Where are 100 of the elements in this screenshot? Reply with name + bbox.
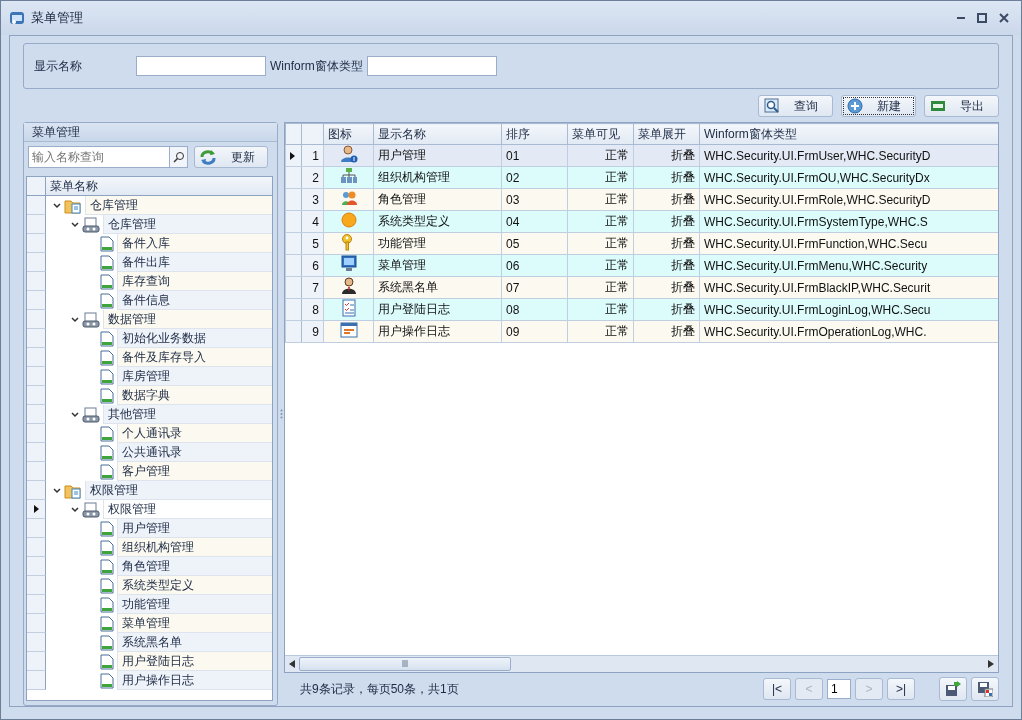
table-row[interactable]: 8 用户登陆日志 08 正常 折叠 WHC.Security.UI.FrmLoginLog,WHC.Secu [285, 298, 998, 321]
tree-item[interactable]: 用户操作日志 [117, 671, 272, 690]
table-row[interactable]: 2 组织机构管理 02 正常 折叠 WHC.Security.UI.FrmOU,WHC.SecurityDx [285, 166, 998, 189]
row-pointer-icon [33, 505, 39, 513]
page-icon [100, 368, 114, 385]
person-icon [339, 277, 358, 295]
refresh-button[interactable]: 更新 [194, 146, 268, 168]
save-grid-icon [977, 681, 993, 698]
header-corner [285, 123, 302, 145]
scrollbar-thumb[interactable] [299, 656, 511, 671]
tree-item[interactable]: 库存查询 [117, 272, 272, 291]
page-icon [100, 615, 114, 632]
row-header[interactable] [285, 144, 302, 167]
table-row[interactable]: 3 角色管理 03 正常 折叠 WHC.Security.UI.FrmRole,WHC.SecurityD [285, 188, 998, 211]
toolbar-button[interactable]: 查询 [758, 95, 833, 117]
minimize-icon [957, 17, 965, 19]
table-row[interactable]: 4 系统类型定义 04 正常 折叠 WHC.Security.UI.FrmSystemType,WHC.S [285, 210, 998, 233]
tree-item[interactable]: 备件出库 [117, 253, 272, 272]
pager-button[interactable]: |< [763, 678, 791, 701]
grip-icon [401, 660, 409, 668]
column-header[interactable]: Winform窗体类型 [699, 123, 998, 145]
tree-item[interactable]: 菜单管理 [117, 614, 272, 633]
chevron-down-icon[interactable] [71, 221, 79, 228]
tree-item[interactable]: 客户管理 [117, 462, 272, 481]
tree-item[interactable]: 权限管理 [85, 481, 272, 500]
export-button[interactable] [939, 677, 967, 702]
tree-item[interactable]: 用户登陆日志 [117, 652, 272, 671]
tree-item[interactable]: 系统黑名单 [117, 633, 272, 652]
page-icon [100, 254, 114, 271]
toolbar-button[interactable]: 新建 [841, 95, 916, 117]
header-corner [301, 123, 324, 145]
table-cell: WHC.Security.UI.FrmOperationLog,WHC. [699, 320, 998, 343]
tree-item[interactable]: 权限管理 [103, 500, 272, 519]
toolbar-button[interactable]: 导出 [924, 95, 999, 117]
tree-item[interactable]: 数据管理 [103, 310, 272, 329]
column-header[interactable]: 显示名称 [373, 123, 502, 145]
form-icon [339, 321, 358, 339]
disc-icon [339, 211, 358, 229]
folder-icon [64, 197, 82, 214]
page-icon [100, 558, 114, 575]
column-header[interactable]: 菜单展开 [633, 123, 700, 145]
plus-circle-icon [847, 98, 863, 114]
tree-item[interactable]: 组织机构管理 [117, 538, 272, 557]
folder-icon [64, 482, 82, 499]
magnifier-icon [764, 98, 780, 114]
tree-item[interactable]: 库房管理 [117, 367, 272, 386]
save-arrow-icon [945, 681, 961, 698]
tree-item[interactable]: 个人通讯录 [117, 424, 272, 443]
chevron-down-icon[interactable] [71, 411, 79, 418]
tree-item[interactable]: 备件及库存导入 [117, 348, 272, 367]
group-icon [339, 189, 358, 207]
table-row[interactable]: 5 功能管理 05 正常 折叠 WHC.Security.UI.FrmFunction,WHC.Secu [285, 232, 998, 255]
input-field[interactable] [366, 56, 497, 76]
page-icon [100, 634, 114, 651]
column-header: 菜单名称 [46, 177, 272, 196]
app-icon [9, 10, 25, 26]
table-cell: WHC.Security.UI.FrmFunction,WHC.Secu [699, 232, 998, 255]
scroll-right-icon [988, 659, 994, 668]
page-icon [100, 235, 114, 252]
tree-item[interactable]: 公共通讯录 [117, 443, 272, 462]
table-cell: WHC.Security.UI.FrmMenu,WHC.Security [699, 254, 998, 277]
tree-item[interactable]: 备件入库 [117, 234, 272, 253]
grid-settings-button[interactable] [971, 677, 999, 702]
tree-item[interactable]: 初始化业务数据 [117, 329, 272, 348]
page-icon [100, 463, 114, 480]
page-number-field[interactable]: 1 [827, 679, 851, 700]
tree-item[interactable]: 备件信息 [117, 291, 272, 310]
search-button[interactable] [170, 146, 188, 168]
tree-item[interactable]: 用户管理 [117, 519, 272, 538]
table-row[interactable]: 6 菜单管理 06 正常 折叠 WHC.Security.UI.FrmMenu,WHC.Security [285, 254, 998, 277]
chevron-down-icon[interactable] [53, 487, 61, 494]
search-field[interactable]: 输入名称查询 [28, 146, 170, 168]
page-icon [100, 444, 114, 461]
tree-item[interactable]: 系统类型定义 [117, 576, 272, 595]
chevron-down-icon[interactable] [71, 316, 79, 323]
tree-item[interactable]: 其他管理 [103, 405, 272, 424]
tree-item[interactable]: 角色管理 [117, 557, 272, 576]
input-field[interactable] [136, 56, 266, 76]
row-header[interactable] [27, 500, 46, 519]
tree-item[interactable]: 仓库管理 [85, 196, 272, 215]
column-header[interactable]: 图标 [323, 123, 374, 145]
table-row[interactable]: 1 用户管理 01 正常 折叠 WHC.Security.UI.FrmUser,WHC.SecurityD [285, 144, 998, 167]
chevron-down-icon[interactable] [53, 202, 61, 209]
page-icon [100, 425, 114, 442]
tree-item[interactable]: 数据字典 [117, 386, 272, 405]
tree-item[interactable]: 仓库管理 [103, 215, 272, 234]
search-icon [172, 151, 185, 163]
row-pointer-icon [290, 151, 295, 160]
table-cell: WHC.Security.UI.FrmLoginLog,WHC.Secu [699, 298, 998, 321]
table-row[interactable]: 7 系统黑名单 07 正常 折叠 WHC.Security.UI.FrmBlackIP,WHC.Securit [285, 276, 998, 299]
close-icon [999, 13, 1009, 23]
spreadsheet-icon [930, 98, 946, 114]
chevron-down-icon[interactable] [71, 506, 79, 513]
linked-page-icon [82, 501, 100, 518]
person-icon [339, 145, 358, 163]
table-row[interactable]: 9 用户操作日志 09 正常 折叠 WHC.Security.UI.FrmOperationLog,WHC. [285, 320, 998, 343]
tree-item[interactable]: 功能管理 [117, 595, 272, 614]
column-header[interactable]: 排序 [501, 123, 568, 145]
pager-button[interactable]: >| [887, 678, 915, 701]
column-header[interactable]: 菜单可见 [567, 123, 634, 145]
